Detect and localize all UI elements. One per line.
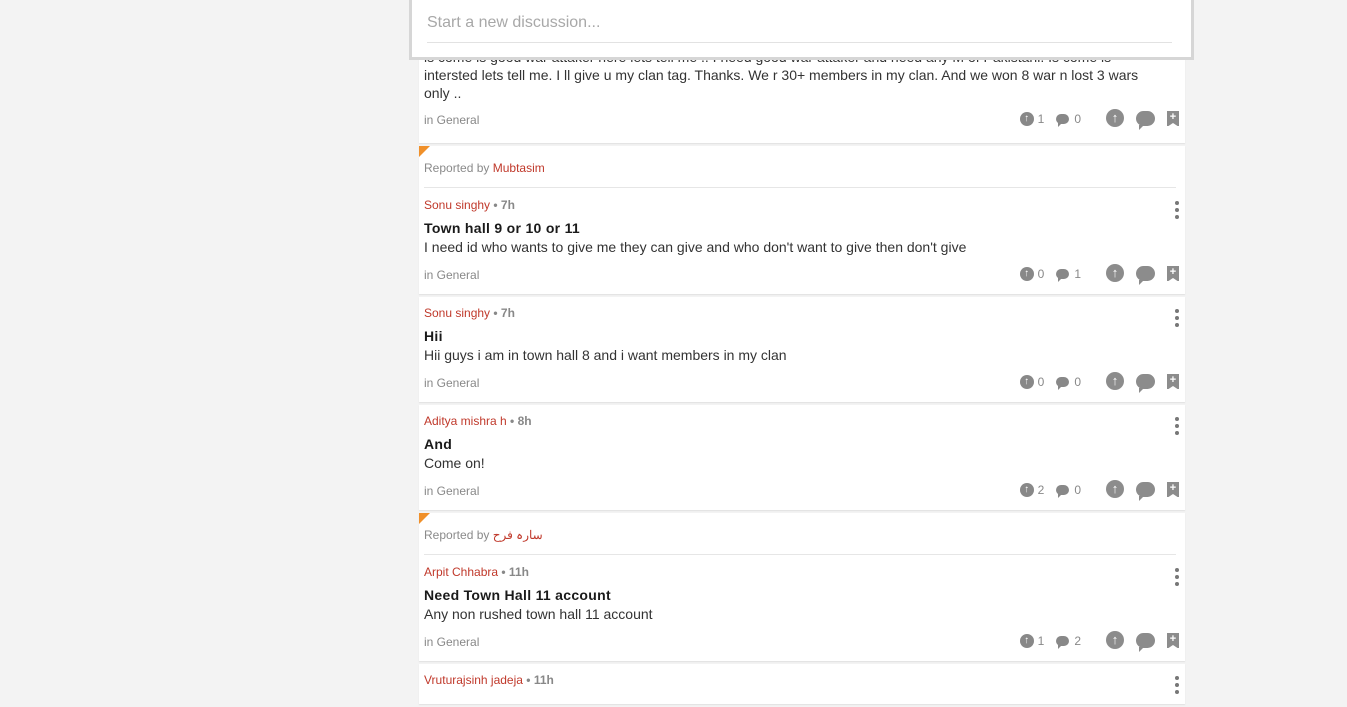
author-name[interactable]: Aditya mishra h	[424, 414, 507, 428]
post-title[interactable]: And	[424, 436, 1185, 454]
post-card: Reported by Mubtasim Sonu singhy • 7h To…	[419, 146, 1185, 294]
post-time: • 7h	[493, 198, 515, 212]
comment-button[interactable]	[1136, 373, 1155, 393]
upvote-icon: ↑	[1019, 112, 1034, 126]
post-stats: ↑ 1 0	[1008, 112, 1081, 127]
post-title[interactable]: Town hall 9 or 10 or 11	[424, 220, 1185, 238]
post-actions: ↑ +	[1106, 109, 1179, 130]
more-vertical-icon[interactable]	[1173, 417, 1181, 435]
upvote-button[interactable]: ↑	[1106, 480, 1124, 498]
upvote-button[interactable]: ↑	[1106, 264, 1124, 282]
bookmark-button[interactable]: +	[1167, 481, 1179, 498]
discussion-feed: is come is good war attaker here lets te…	[419, 0, 1185, 707]
post-time: • 7h	[493, 306, 515, 320]
author-name[interactable]: Sonu singhy	[424, 306, 490, 320]
post-footer: in General ↑ 2 0 ↑ +	[424, 480, 1185, 502]
new-discussion-input[interactable]: Start a new discussion...	[427, 14, 1172, 43]
post-actions: ↑ +	[1106, 372, 1179, 393]
post-title[interactable]: Hii	[424, 328, 1185, 346]
reported-by: Reported by Mubtasim	[424, 146, 1176, 188]
more-vertical-icon[interactable]	[1173, 568, 1181, 586]
post-stats: ↑ 1 2	[1008, 634, 1081, 649]
post-time: • 11h	[526, 673, 554, 687]
more-vertical-icon[interactable]	[1173, 309, 1181, 327]
post-footer: in General ↑ 1 2 ↑ +	[424, 631, 1185, 653]
post-body: intersted lets tell me. I ll give u my c…	[424, 67, 1139, 101]
upvote-button[interactable]: ↑	[1106, 631, 1124, 649]
upvote-button[interactable]: ↑	[1106, 372, 1124, 390]
comment-count: 0	[1056, 375, 1081, 390]
reporter-name[interactable]: سارہ فرح	[493, 528, 543, 542]
post-title[interactable]: Need Town Hall 11 account	[424, 587, 1185, 605]
post-meta: Arpit Chhabra • 11h	[424, 565, 1185, 579]
author-name[interactable]: Vruturajsinh jadeja	[424, 673, 523, 687]
comment-count: 2	[1056, 634, 1081, 649]
author-name[interactable]: Arpit Chhabra	[424, 565, 498, 579]
post-footer: in General ↑ 0 0 ↑ +	[424, 372, 1185, 394]
upvote-count: ↑ 0	[1019, 375, 1044, 389]
post-meta: Sonu singhy • 7h	[424, 306, 1185, 320]
upvote-button[interactable]: ↑	[1106, 109, 1124, 127]
comment-button[interactable]	[1136, 632, 1155, 652]
post: Arpit Chhabra • 11h Need Town Hall 11 ac…	[424, 555, 1185, 653]
upvote-count: ↑ 1	[1019, 634, 1044, 648]
upvote-count: ↑ 1	[1019, 112, 1044, 126]
reported-flag-icon	[419, 146, 430, 157]
upvote-icon: ↑	[1019, 483, 1034, 497]
new-discussion-box: Start a new discussion...	[409, 0, 1194, 60]
post-footer: in General ↑ 0 1 ↑ +	[424, 264, 1185, 286]
post-time: • 8h	[510, 414, 532, 428]
comment-count: 1	[1056, 267, 1081, 282]
post-card: Sonu singhy • 7h Hii Hii guys i am in to…	[419, 297, 1185, 402]
post-body: Any non rushed town hall 11 account	[424, 606, 653, 622]
comment-count: 0	[1056, 112, 1081, 127]
post-actions: ↑ +	[1106, 631, 1179, 652]
post-meta: Vruturajsinh jadeja • 11h	[424, 673, 1185, 687]
comment-icon	[1056, 485, 1070, 498]
post-body: Come on!	[424, 455, 485, 471]
upvote-icon: ↑	[1019, 634, 1034, 648]
post-card: Reported by سارہ فرح Arpit Chhabra • 11h…	[419, 513, 1185, 661]
comment-icon	[1056, 377, 1070, 390]
post: Aditya mishra h • 8h And Come on! in Gen…	[424, 414, 1185, 502]
comment-icon	[1056, 636, 1070, 649]
reported-flag-icon	[419, 513, 430, 524]
reported-by: Reported by سارہ فرح	[424, 513, 1176, 555]
post-actions: ↑ +	[1106, 480, 1179, 501]
post-footer: in General ↑ 1 0 ↑ +	[424, 109, 1185, 131]
bookmark-button[interactable]: +	[1167, 373, 1179, 390]
post-actions: ↑ +	[1106, 264, 1179, 285]
comment-button[interactable]	[1136, 110, 1155, 130]
post-stats: ↑ 0 1	[1008, 267, 1081, 282]
comment-count: 0	[1056, 483, 1081, 498]
upvote-icon: ↑	[1019, 267, 1034, 281]
upvote-count: ↑ 2	[1019, 483, 1044, 497]
comment-icon	[1056, 114, 1070, 127]
bookmark-button[interactable]: +	[1167, 265, 1179, 282]
post-stats: ↑ 0 0	[1008, 375, 1081, 390]
post: Vruturajsinh jadeja • 11h	[424, 673, 1185, 694]
bookmark-button[interactable]: +	[1167, 110, 1179, 127]
author-name[interactable]: Sonu singhy	[424, 198, 490, 212]
bookmark-button[interactable]: +	[1167, 632, 1179, 649]
post-body: I need id who wants to give me they can …	[424, 239, 967, 255]
post-stats: ↑ 2 0	[1008, 483, 1081, 498]
more-vertical-icon[interactable]	[1173, 201, 1181, 219]
post-card: Aditya mishra h • 8h And Come on! in Gen…	[419, 405, 1185, 510]
reporter-name[interactable]: Mubtasim	[493, 161, 545, 175]
upvote-count: ↑ 0	[1019, 267, 1044, 281]
post-time: • 11h	[501, 565, 529, 579]
comment-button[interactable]	[1136, 265, 1155, 285]
post-card: Vruturajsinh jadeja • 11h	[419, 664, 1185, 704]
post-meta: Sonu singhy • 7h	[424, 198, 1185, 212]
post-body: Hii guys i am in town hall 8 and i want …	[424, 347, 787, 363]
more-vertical-icon[interactable]	[1173, 676, 1181, 694]
post: Sonu singhy • 7h Hii Hii guys i am in to…	[424, 306, 1185, 394]
post: Sonu singhy • 7h Town hall 9 or 10 or 11…	[424, 188, 1185, 286]
post-meta: Aditya mishra h • 8h	[424, 414, 1185, 428]
comment-button[interactable]	[1136, 481, 1155, 501]
comment-icon	[1056, 269, 1070, 282]
upvote-icon: ↑	[1019, 375, 1034, 389]
